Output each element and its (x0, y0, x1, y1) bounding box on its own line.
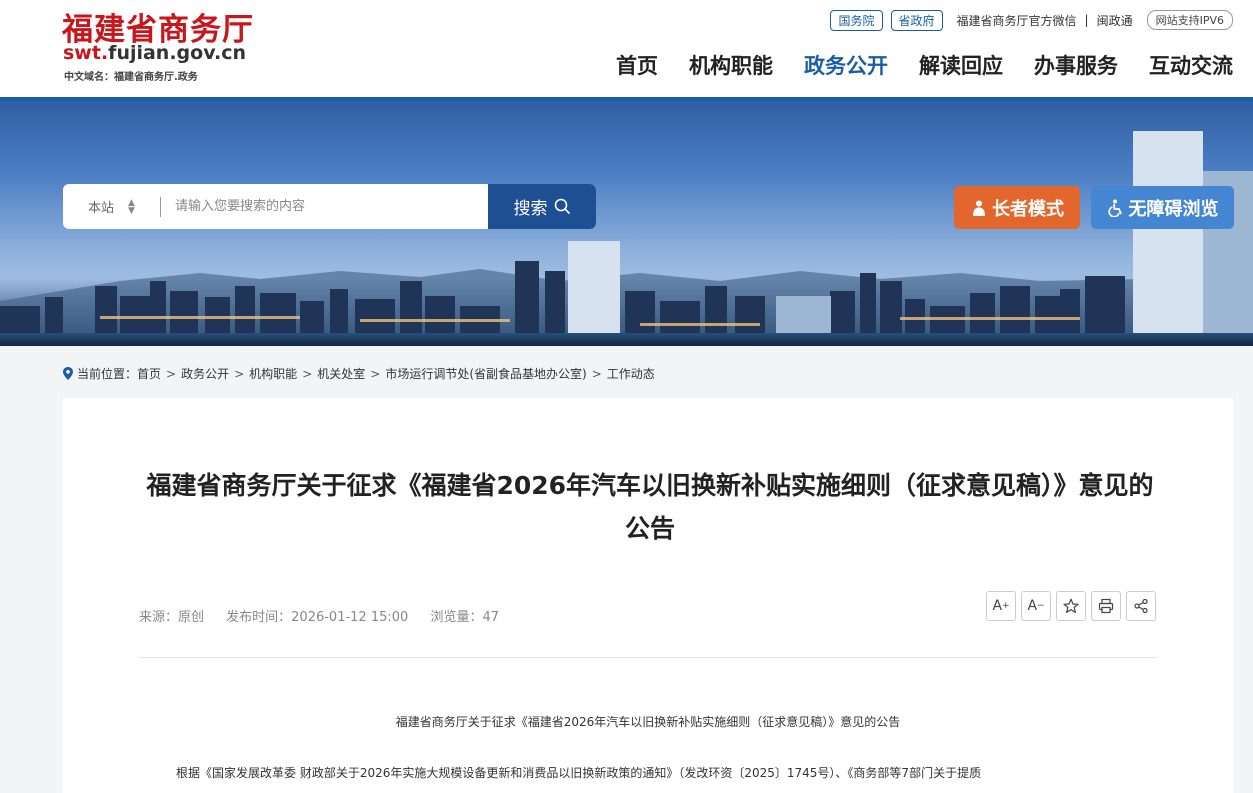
scope-sort-icon: ▲ ▼ (128, 197, 135, 216)
location-pin-icon (63, 367, 73, 380)
article-tools: A + A − (986, 591, 1156, 621)
province-gov-link[interactable]: 省政府 (890, 9, 943, 31)
article-title: 福建省商务厅关于征求《福建省2026年汽车以旧换新补贴实施细则（征求意见稿）》意… (146, 471, 1154, 543)
font-increase-button[interactable]: A + (986, 591, 1016, 621)
breadcrumb-work-news[interactable]: 工作动态 (607, 365, 655, 382)
nav-organization[interactable]: 机构职能 (689, 50, 773, 80)
share-button[interactable] (1126, 591, 1156, 621)
article-paragraph: 根据《国家发展改革委 财政部关于2026年实施大规模设备更新和消费品以旧换新政策… (176, 766, 982, 780)
printer-icon (1098, 598, 1114, 614)
nav-gov-affairs[interactable]: 政务公开 (804, 50, 888, 80)
breadcrumb-separator: > (591, 366, 602, 381)
site-url: swt.fujian.gov.cn (63, 42, 246, 64)
nav-interaction[interactable]: 互动交流 (1149, 50, 1233, 80)
main-nav: 首页 机构职能 政务公开 解读回应 办事服务 互动交流 (585, 50, 1233, 80)
font-decrease-label: A (1027, 598, 1038, 614)
search-input[interactable] (161, 184, 488, 229)
breadcrumb: 当前位置： 首页 > 政务公开 > 机构职能 > 机关处室 > 市场运行调节处(… (63, 365, 655, 382)
article-meta: 来源：原创 发布时间：2026-01-12 15:00 浏览量：47 (139, 606, 517, 625)
article-view-count: 浏览量：47 (430, 610, 499, 625)
article-card: 福建省商务厅关于征求《福建省2026年汽车以旧换新补贴实施细则（征求意见稿）》意… (63, 398, 1233, 793)
breadcrumb-separator: > (166, 366, 177, 381)
wechat-link[interactable]: 福建省商务厅官方微信 (957, 12, 1077, 29)
font-decrease-button[interactable]: A − (1021, 591, 1051, 621)
site-url-domain: fujian.gov.cn (108, 42, 247, 64)
nav-interpretation[interactable]: 解读回应 (919, 50, 1003, 80)
breadcrumb-home[interactable]: 首页 (137, 365, 161, 382)
wheelchair-icon (1107, 199, 1122, 217)
barrier-free-label: 无障碍浏览 (1128, 198, 1219, 220)
font-increase-label: A (992, 598, 1003, 614)
minus-icon: − (1037, 601, 1045, 611)
breadcrumb-label: 当前位置： (77, 367, 138, 381)
breadcrumb-gov-affairs[interactable]: 政务公开 (181, 365, 229, 382)
breadcrumb-separator: > (370, 366, 381, 381)
barrier-free-button[interactable]: 无障碍浏览 (1091, 186, 1234, 229)
search-icon (554, 198, 570, 215)
nav-home[interactable]: 首页 (616, 50, 658, 80)
nav-services[interactable]: 办事服务 (1034, 50, 1118, 80)
search-button[interactable]: 搜索 (488, 184, 596, 229)
breadcrumb-separator: > (302, 366, 313, 381)
print-button[interactable] (1091, 591, 1121, 621)
search-button-label: 搜索 (513, 199, 548, 219)
elder-mode-button[interactable]: 长者模式 (954, 186, 1080, 229)
chinese-domain-name: 中文域名：福建省商务厅.政务 (64, 72, 198, 83)
article-source: 来源：原创 (139, 610, 205, 625)
elder-mode-label: 长者模式 (992, 198, 1064, 220)
site-header: 福建省商务厅 swt.fujian.gov.cn 中文域名：福建省商务厅.政务 … (0, 0, 1253, 97)
share-icon (1134, 598, 1148, 614)
article-publish-time: 发布时间：2026-01-12 15:00 (226, 610, 409, 625)
favorite-button[interactable] (1056, 591, 1086, 621)
breadcrumb-departments[interactable]: 机关处室 (317, 365, 365, 382)
search-bar: 本站 ▲▼ 搜索 (63, 184, 596, 229)
top-links: 国务院 省政府 福建省商务厅官方微信 | 闽政通 网站支持IPV6 (830, 9, 1233, 31)
meta-divider (139, 657, 1157, 658)
elder-icon (973, 200, 985, 216)
breadcrumb-organization[interactable]: 机构职能 (249, 365, 297, 382)
search-scope-select[interactable]: 本站 ▲ ▼ (63, 184, 160, 229)
plus-icon: + (1002, 601, 1010, 611)
star-icon (1063, 598, 1079, 613)
search-scope-label: 本站 (88, 201, 115, 216)
mintong-link[interactable]: 闽政通 (1097, 12, 1133, 29)
ipv6-badge: 网站支持IPV6 (1146, 10, 1233, 30)
breadcrumb-market-division[interactable]: 市场运行调节处(省副食品基地办公室) (385, 365, 586, 382)
city-banner: 本站 ▲▼ 搜索 长者模式 无障碍浏览 (0, 101, 1253, 346)
state-council-link[interactable]: 国务院 (830, 9, 883, 31)
breadcrumb-separator: > (234, 366, 245, 381)
top-links-separator: | (1084, 13, 1089, 27)
site-url-prefix: swt. (63, 42, 109, 64)
article-subheading: 福建省商务厅关于征求《福建省2026年汽车以旧换新补贴实施细则（征求意见稿）》意… (395, 715, 901, 729)
